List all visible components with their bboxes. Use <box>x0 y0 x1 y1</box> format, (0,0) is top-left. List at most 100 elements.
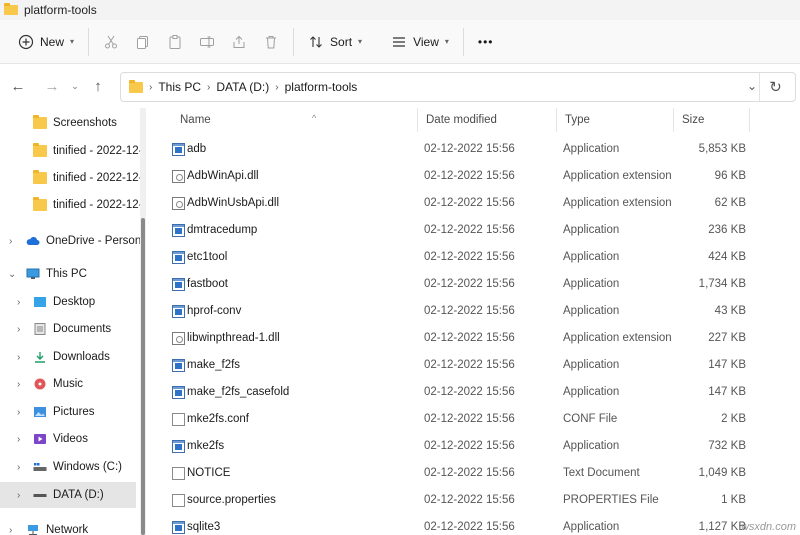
file-size: 5,853 KB <box>698 143 746 155</box>
sidebar-item-screenshots[interactable]: Screenshots <box>0 110 140 136</box>
chevron-right-icon[interactable]: › <box>9 525 12 535</box>
sidebar-item-desktop[interactable]: › Desktop <box>0 289 140 315</box>
sidebar-item-tinified-3[interactable]: tinified - 2022-12-0 <box>0 192 140 218</box>
sidebar-item-documents[interactable]: › Documents <box>0 316 140 342</box>
more-options-button[interactable]: ••• <box>470 26 502 58</box>
delete-button[interactable] <box>255 26 287 58</box>
column-type-label: Type <box>565 114 590 126</box>
address-bar[interactable]: › This PC › DATA (D:) › platform-tools ⌄… <box>120 72 796 102</box>
sidebar-item-videos[interactable]: › Videos <box>0 426 140 452</box>
file-type: PROPERTIES File <box>563 494 659 506</box>
file-row[interactable]: adb 02-12-2022 15:56 Application 5,853 KB <box>152 136 800 163</box>
file-type: Application extension <box>563 170 672 182</box>
share-icon <box>231 34 247 50</box>
sidebar-item-tinified-1[interactable]: tinified - 2022-12-0 <box>0 138 140 164</box>
sidebar-item-windows-c[interactable]: › Windows (C:) <box>0 454 140 480</box>
file-date-modified: 02-12-2022 15:56 <box>424 359 515 371</box>
file-row[interactable]: source.properties 02-12-2022 15:56 PROPERT… <box>152 487 800 514</box>
column-date-modified[interactable]: Date modified <box>418 108 557 132</box>
sidebar-scrollbar[interactable] <box>140 108 146 535</box>
share-button[interactable] <box>223 26 255 58</box>
chevron-right-icon[interactable]: › <box>17 434 20 445</box>
rename-button[interactable] <box>191 26 223 58</box>
file-name: libwinpthread-1.dll <box>187 332 280 344</box>
breadcrumb-this-pc[interactable]: This PC <box>158 80 201 94</box>
breadcrumb-platform-tools[interactable]: platform-tools <box>285 80 358 94</box>
chevron-right-icon[interactable]: › <box>9 236 12 247</box>
file-name: adb <box>187 143 207 155</box>
view-label: View <box>413 34 439 49</box>
up-button[interactable]: ↑ <box>84 72 112 100</box>
file-row[interactable]: mke2fs 02-12-2022 15:56 Application 732 KB <box>152 433 800 460</box>
music-icon <box>33 378 47 390</box>
chevron-right-icon[interactable]: › <box>17 352 20 363</box>
application-icon <box>172 143 185 156</box>
chevron-right-icon[interactable]: › <box>17 462 20 473</box>
refresh-button[interactable]: ↻ <box>759 73 791 101</box>
file-row[interactable]: fastboot 02-12-2022 15:56 Application 1,734… <box>152 271 800 298</box>
file-row[interactable]: etc1tool 02-12-2022 15:56 Application 424 K… <box>152 244 800 271</box>
file-row[interactable]: mke2fs.conf 02-12-2022 15:56 CONF File 2 KB <box>152 406 800 433</box>
file-type: Application <box>563 224 620 236</box>
file-date-modified: 02-12-2022 15:56 <box>424 413 515 425</box>
chevron-right-icon[interactable]: › <box>17 407 20 418</box>
copy-button[interactable] <box>127 26 159 58</box>
sidebar-item-data-d[interactable]: › DATA (D:) <box>0 482 136 508</box>
address-dropdown-icon[interactable]: ⌄ <box>747 79 757 93</box>
view-button[interactable]: View ▾ <box>383 26 457 58</box>
sort-button[interactable]: Sort ▾ <box>300 26 370 58</box>
column-size[interactable]: Size <box>674 108 750 132</box>
column-type[interactable]: Type <box>557 108 674 132</box>
column-date-label: Date modified <box>426 114 497 126</box>
file-row[interactable]: libwinpthread-1.dll 02-12-2022 15:56 Appli… <box>152 325 800 352</box>
application-icon <box>172 440 185 453</box>
chevron-right-icon[interactable]: › <box>17 490 20 501</box>
sidebar-item-onedrive[interactable]: › OneDrive - Personal <box>0 228 140 254</box>
file-type: Application extension <box>563 197 672 209</box>
paste-button[interactable] <box>159 26 191 58</box>
column-name[interactable]: Name ^ <box>172 108 418 132</box>
computer-icon <box>26 268 40 280</box>
file-row[interactable]: AdbWinApi.dll 02-12-2022 15:56 Application… <box>152 163 800 190</box>
chevron-right-icon[interactable]: › <box>17 324 20 335</box>
sidebar-item-music[interactable]: › Music <box>0 371 140 397</box>
sidebar-item-pictures[interactable]: › Pictures <box>0 399 140 425</box>
cut-button[interactable] <box>95 26 127 58</box>
chevron-down-icon[interactable]: ⌄ <box>8 269 16 280</box>
sidebar-item-tinified-2[interactable]: tinified - 2022-12-0 <box>0 165 140 191</box>
back-button[interactable]: ← <box>4 72 32 100</box>
file-row[interactable]: sqlite3 02-12-2022 15:56 Application 1,127 … <box>152 514 800 535</box>
sidebar-item-label: Pictures <box>53 406 95 418</box>
file-row[interactable]: NOTICE 02-12-2022 15:56 Text Document 1,049… <box>152 460 800 487</box>
file-size: 732 KB <box>708 440 746 452</box>
file-name: AdbWinUsbApi.dll <box>187 197 280 209</box>
file-date-modified: 02-12-2022 15:56 <box>424 305 515 317</box>
file-row[interactable]: dmtracedump 02-12-2022 15:56 Application 23… <box>152 217 800 244</box>
file-date-modified: 02-12-2022 15:56 <box>424 467 515 479</box>
sidebar-item-label: Network <box>46 524 89 535</box>
recent-dropdown-button[interactable]: ⌄ <box>66 72 84 100</box>
file-row[interactable]: make_f2fs_casefold 02-12-2022 15:56 Applic… <box>152 379 800 406</box>
file-size: 424 KB <box>708 251 746 263</box>
file-type: Application <box>563 440 620 452</box>
file-name: make_f2fs_casefold <box>187 386 290 398</box>
view-icon <box>391 34 407 50</box>
sidebar-item-downloads[interactable]: › Downloads <box>0 344 140 370</box>
forward-button[interactable]: → <box>38 72 66 100</box>
file-row[interactable]: AdbWinUsbApi.dll 02-12-2022 15:56 Applicat… <box>152 190 800 217</box>
scrollbar-thumb[interactable] <box>141 218 145 535</box>
new-button[interactable]: New ▾ <box>10 26 82 58</box>
file-row[interactable]: make_f2fs 02-12-2022 15:56 Application 147 … <box>152 352 800 379</box>
sidebar-item-label: This PC <box>46 268 87 280</box>
breadcrumb-data-drive[interactable]: DATA (D:) <box>216 80 269 94</box>
chevron-right-icon[interactable]: › <box>17 297 20 308</box>
file-date-modified: 02-12-2022 15:56 <box>424 278 515 290</box>
file-size: 147 KB <box>708 359 746 371</box>
drive-icon <box>33 461 47 473</box>
sidebar-item-this-pc[interactable]: ⌄ This PC <box>0 261 140 287</box>
refresh-icon: ↻ <box>769 79 782 96</box>
sidebar-item-network[interactable]: › Network <box>0 517 140 535</box>
chevron-right-icon[interactable]: › <box>17 379 20 390</box>
column-header: Name ^ Date modified Type Size <box>152 108 800 132</box>
file-row[interactable]: hprof-conv 02-12-2022 15:56 Application 43 … <box>152 298 800 325</box>
